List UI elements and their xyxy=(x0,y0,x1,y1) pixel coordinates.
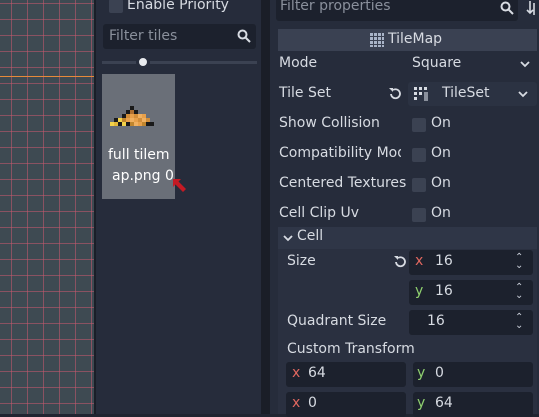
centered-textures-label: Centered Textures xyxy=(279,175,407,191)
transform-xx-value: 64 xyxy=(308,365,326,381)
centered-textures-value: On xyxy=(431,175,451,191)
filter-tiles-placeholder: Filter tiles xyxy=(109,28,178,44)
cell-size-y-input[interactable]: y 16 ⌃ ⌄ xyxy=(409,280,533,305)
compatibility-mode-label: Compatibility Mod xyxy=(279,145,401,161)
arrow-pointer-icon xyxy=(173,179,186,192)
cell-clip-uv-checkbox[interactable] xyxy=(412,208,426,222)
property-options-icon[interactable] xyxy=(526,0,538,16)
axis-x-label: x xyxy=(292,365,301,381)
filter-tiles-input[interactable]: Filter tiles xyxy=(103,24,256,49)
tilemap-section-title: TileMap xyxy=(388,31,443,47)
spinbox-arrows-icon[interactable]: ⌃ ⌄ xyxy=(515,283,523,301)
spinbox-arrows-icon[interactable]: ⌃ ⌄ xyxy=(515,313,523,331)
zoom-slider-track[interactable] xyxy=(102,61,257,64)
cell-group-header[interactable]: Cell xyxy=(278,227,537,249)
search-icon xyxy=(500,1,514,15)
inspector-panel: Filter properties TileMap Mode Square Ti… xyxy=(270,0,539,417)
tile-label-line2: ap.png 0 xyxy=(112,168,174,184)
centered-textures-checkbox[interactable] xyxy=(412,178,426,192)
chevron-down-icon xyxy=(283,235,293,242)
axis-x-label: x xyxy=(415,253,424,269)
cell-clip-uv-label: Cell Clip Uv xyxy=(279,205,360,221)
cell-size-y-value: 16 xyxy=(435,283,453,299)
tileset-icon xyxy=(414,87,428,101)
enable-priority-checkbox[interactable] xyxy=(109,0,123,13)
transform-yx-input[interactable]: x 0 xyxy=(286,392,406,417)
panel-splitter[interactable] xyxy=(261,0,270,414)
tile-set-label: Tile Set xyxy=(279,85,331,101)
show-collision-checkbox[interactable] xyxy=(412,118,426,132)
mode-value: Square xyxy=(412,55,462,71)
transform-yy-value: 64 xyxy=(435,395,453,411)
revert-icon[interactable] xyxy=(393,255,407,269)
compatibility-mode-value: On xyxy=(431,145,451,161)
tile-label-line1: full tilem xyxy=(108,147,170,163)
quadrant-size-input[interactable]: 16 ⌃ ⌄ xyxy=(409,310,533,335)
mode-label: Mode xyxy=(279,55,318,71)
cell-size-label: Size xyxy=(287,253,316,269)
spinbox-arrows-icon[interactable]: ⌃ ⌄ xyxy=(515,253,523,271)
axis-x-label: x xyxy=(292,395,301,411)
cell-size-x-input[interactable]: x 16 ⌃ ⌄ xyxy=(409,250,533,275)
transform-yx-value: 0 xyxy=(308,395,317,411)
transform-xy-value: 0 xyxy=(435,365,444,381)
tile-set-resource-picker[interactable]: TileSet xyxy=(408,82,537,106)
tilemap-section-header[interactable]: TileMap xyxy=(278,29,537,51)
custom-transform-label: Custom Transform xyxy=(287,341,415,357)
chevron-down-icon xyxy=(520,61,530,68)
search-icon xyxy=(237,29,251,43)
filter-properties-placeholder: Filter properties xyxy=(280,0,391,14)
show-collision-value: On xyxy=(431,115,451,131)
viewport-2d[interactable] xyxy=(0,0,96,414)
revert-icon[interactable] xyxy=(388,87,402,101)
cell-group-title: Cell xyxy=(297,228,324,244)
filter-properties-input[interactable]: Filter properties xyxy=(276,0,518,21)
quadrant-size-label: Quadrant Size xyxy=(287,313,387,329)
enable-priority-label: Enable Priority xyxy=(127,0,229,13)
quadrant-size-value: 16 xyxy=(427,313,445,329)
tile-thumbnail-icon xyxy=(110,106,154,126)
transform-xy-input[interactable]: y 0 xyxy=(413,362,533,387)
transform-yy-input[interactable]: y 64 xyxy=(413,392,533,417)
transform-xx-input[interactable]: x 64 xyxy=(286,362,406,387)
cell-size-x-value: 16 xyxy=(435,253,453,269)
tilemap-icon xyxy=(370,33,384,47)
axis-y-label: y xyxy=(415,283,424,299)
cell-clip-uv-value: On xyxy=(431,205,451,221)
zoom-slider-handle[interactable] xyxy=(136,55,150,69)
show-collision-label: Show Collision xyxy=(279,115,380,131)
axis-y-label: y xyxy=(417,365,426,381)
tile-set-value: TileSet xyxy=(442,85,490,101)
axis-y-label: y xyxy=(417,395,426,411)
chevron-down-icon xyxy=(518,91,528,98)
tile-item-selected[interactable]: full tilem ap.png 0 xyxy=(102,74,175,199)
compatibility-mode-checkbox[interactable] xyxy=(412,148,426,162)
viewport-origin-line xyxy=(0,76,96,77)
mode-dropdown[interactable]: Square xyxy=(408,52,537,76)
tile-palette-panel: Enable Priority Filter tiles full tilem … xyxy=(96,0,261,414)
